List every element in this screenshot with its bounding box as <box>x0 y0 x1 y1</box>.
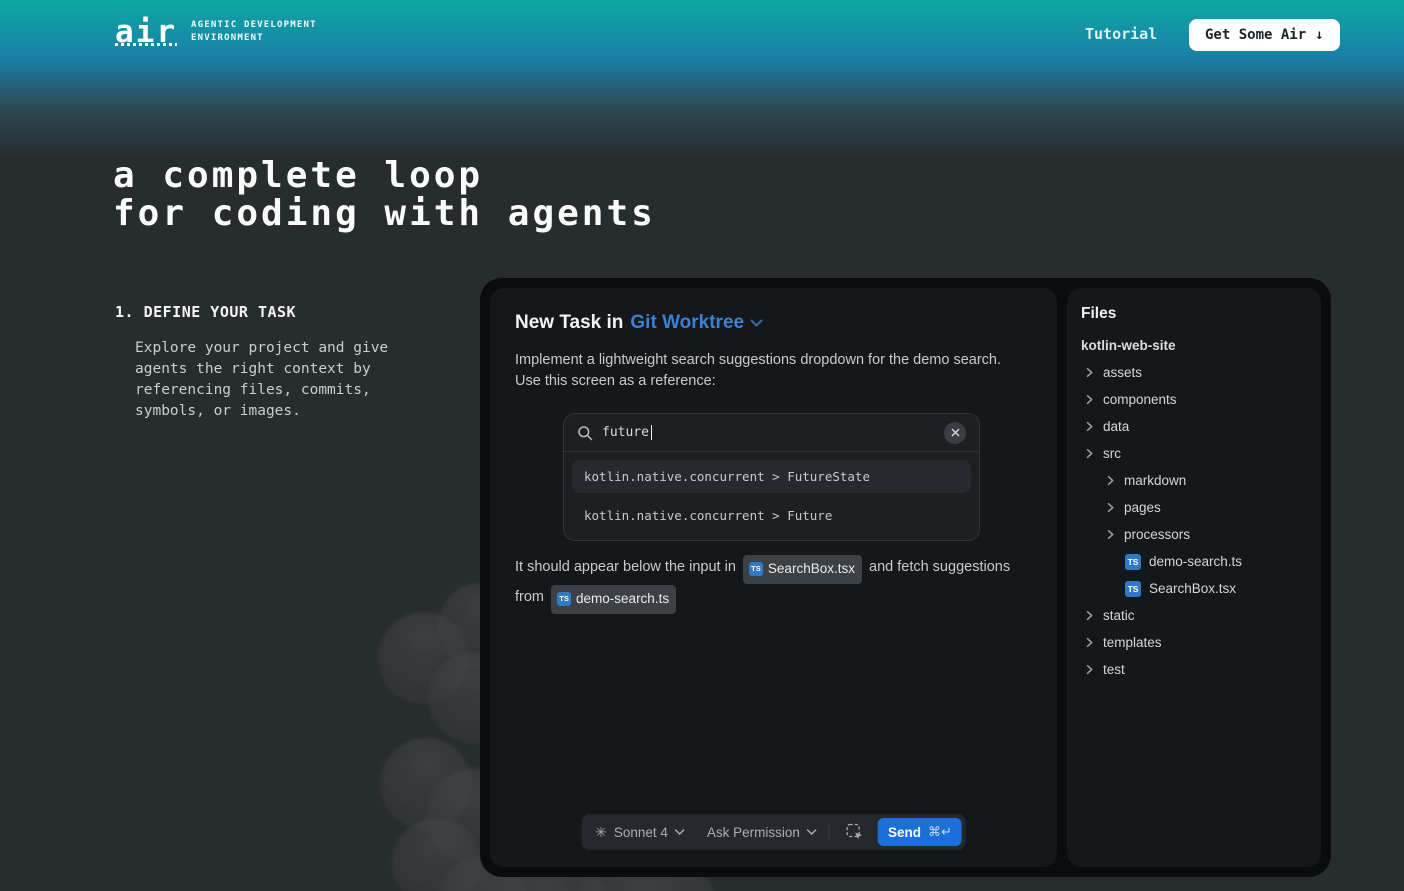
logo-tagline-line1: AGENTIC DEVELOPMENT <box>191 20 317 30</box>
tree-label: processors <box>1124 527 1190 542</box>
tree-label: data <box>1103 419 1129 434</box>
typescript-icon: TS <box>1125 554 1141 570</box>
tree-label: assets <box>1103 365 1142 380</box>
tree-folder-processors[interactable]: processors <box>1067 521 1321 548</box>
tree-folder-src[interactable]: src <box>1067 440 1321 467</box>
composer-bar: ✳ Sonnet 4 Ask Permission <box>581 814 966 850</box>
clear-search-button[interactable] <box>944 422 966 444</box>
search-input[interactable]: future <box>602 425 649 440</box>
git-worktree-label: Git Worktree <box>630 312 744 334</box>
tree-folder-templates[interactable]: templates <box>1067 629 1321 656</box>
spark-icon: ✳ <box>595 824 607 841</box>
tree-file-demo-search[interactable]: TS demo-search.ts <box>1067 548 1321 575</box>
tree-label: static <box>1103 608 1135 623</box>
files-panel: Files kotlin-web-site assets components … <box>1067 288 1321 867</box>
hero-title-line1: a complete loop <box>113 157 656 195</box>
suggestion-item[interactable]: kotlin.native.concurrent > Future <box>572 499 971 532</box>
typescript-icon: TS <box>557 592 571 606</box>
footnote-text-1: It should appear below the input in <box>515 559 736 575</box>
get-some-air-button[interactable]: Get Some Air ↓ <box>1189 19 1340 51</box>
download-arrow-icon: ↓ <box>1315 27 1323 43</box>
send-shortcut: ⌘↵ <box>928 824 952 840</box>
files-panel-title: Files <box>1081 305 1116 323</box>
hero-title: a complete loop for coding with agents <box>113 157 656 233</box>
divider <box>829 823 830 841</box>
tree-label: SearchBox.tsx <box>1149 581 1236 596</box>
tree-label: demo-search.ts <box>1149 554 1242 569</box>
step-title: 1. DEFINE YOUR TASK <box>115 303 415 321</box>
tree-folder-components[interactable]: components <box>1067 386 1321 413</box>
file-chip-label: demo-search.ts <box>576 586 669 612</box>
search-reference-card: future kotlin.native.concurrent > Future… <box>563 413 980 541</box>
step-description: Explore your project and give agents the… <box>135 338 407 422</box>
tree-folder-markdown[interactable]: markdown <box>1067 467 1321 494</box>
task-description-line1: Implement a lightweight search suggestio… <box>515 350 1027 371</box>
chevron-right-icon <box>1084 664 1095 675</box>
hero-title-line2: for coding with agents <box>113 195 656 233</box>
search-input-row[interactable]: future <box>564 414 979 452</box>
tree-folder-pages[interactable]: pages <box>1067 494 1321 521</box>
nav-tutorial-link[interactable]: Tutorial <box>1085 25 1157 43</box>
task-description-line2: Use this screen as a reference: <box>515 371 1027 392</box>
send-label: Send <box>888 825 921 840</box>
cta-label: Get Some Air <box>1205 27 1306 43</box>
permission-label: Ask Permission <box>707 825 800 840</box>
screenshot-select-icon[interactable] <box>842 819 868 845</box>
chevron-right-icon <box>1084 394 1095 405</box>
tree-file-searchbox[interactable]: TS SearchBox.tsx <box>1067 575 1321 602</box>
file-chip-demo-search[interactable]: TS demo-search.ts <box>551 585 676 614</box>
chevron-down-icon <box>675 829 685 835</box>
step-define-task: 1. DEFINE YOUR TASK Explore your project… <box>115 303 415 422</box>
logo-tagline-line2: ENVIRONMENT <box>191 33 264 43</box>
task-title-prefix: New Task in <box>515 312 623 334</box>
logo[interactable]: air AGENTIC DEVELOPMENT ENVIRONMENT <box>115 16 317 48</box>
permission-selector[interactable]: Ask Permission <box>707 825 817 840</box>
typescript-icon: TS <box>749 562 763 576</box>
chevron-right-icon <box>1084 637 1095 648</box>
tree-root-kotlin-web-site[interactable]: kotlin-web-site <box>1067 332 1321 359</box>
file-chip-searchbox[interactable]: TS SearchBox.tsx <box>743 555 862 584</box>
tree-label: pages <box>1124 500 1161 515</box>
chevron-right-icon <box>1084 610 1095 621</box>
file-chip-label: SearchBox.tsx <box>768 556 855 582</box>
tree-folder-data[interactable]: data <box>1067 413 1321 440</box>
suggestions-list: kotlin.native.concurrent > FutureState k… <box>564 452 979 540</box>
task-panel-title: New Task in Git Worktree <box>515 312 763 334</box>
chevron-down-icon <box>750 319 763 327</box>
tree-label: components <box>1103 392 1177 407</box>
text-caret <box>651 425 653 440</box>
tree-label: test <box>1103 662 1125 677</box>
chevron-right-icon <box>1105 502 1116 513</box>
model-selector[interactable]: ✳ Sonnet 4 <box>595 824 685 841</box>
search-icon <box>577 425 593 441</box>
task-footnote: It should appear below the input in TS Se… <box>515 554 1031 614</box>
send-button[interactable]: Send ⌘↵ <box>878 818 962 846</box>
suggestion-item[interactable]: kotlin.native.concurrent > FutureState <box>572 460 971 493</box>
logo-tagline: AGENTIC DEVELOPMENT ENVIRONMENT <box>191 19 317 45</box>
model-label: Sonnet 4 <box>614 825 668 840</box>
tree-folder-assets[interactable]: assets <box>1067 359 1321 386</box>
page: air AGENTIC DEVELOPMENT ENVIRONMENT Tuto… <box>0 0 1404 891</box>
chevron-down-icon <box>807 829 817 835</box>
typescript-icon: TS <box>1125 581 1141 597</box>
tree-label: templates <box>1103 635 1162 650</box>
task-description: Implement a lightweight search suggestio… <box>515 350 1027 392</box>
chevron-right-icon <box>1105 529 1116 540</box>
chevron-right-icon <box>1084 367 1095 378</box>
demo-frame: New Task in Git Worktree Implement a lig… <box>480 278 1331 877</box>
logo-wordmark: air <box>115 16 177 48</box>
chevron-right-icon <box>1084 448 1095 459</box>
chevron-right-icon <box>1105 475 1116 486</box>
file-tree: kotlin-web-site assets components data s… <box>1067 332 1321 683</box>
git-worktree-dropdown[interactable]: Git Worktree <box>630 312 763 334</box>
chevron-right-icon <box>1084 421 1095 432</box>
tree-folder-static[interactable]: static <box>1067 602 1321 629</box>
new-task-panel: New Task in Git Worktree Implement a lig… <box>490 288 1057 867</box>
tree-folder-test[interactable]: test <box>1067 656 1321 683</box>
tree-label: markdown <box>1124 473 1186 488</box>
tree-label: src <box>1103 446 1121 461</box>
